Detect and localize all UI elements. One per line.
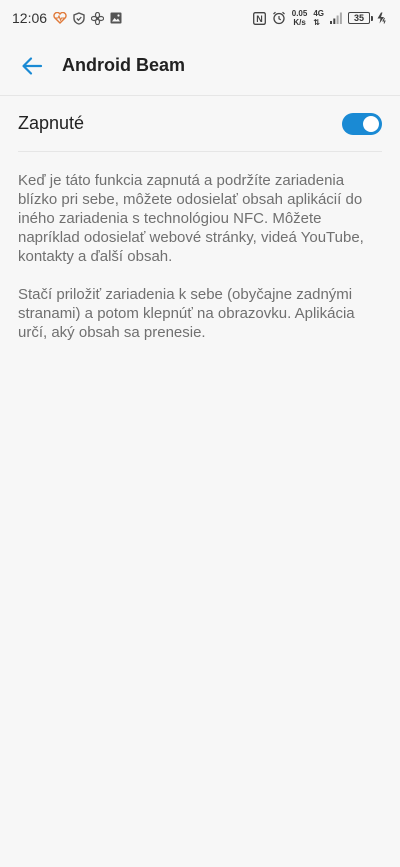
- toggle-label: Zapnuté: [18, 113, 85, 133]
- status-bar-left: 12:06: [12, 10, 122, 26]
- status-bar-right: N 0.05 K/s 4G ⇅ 35: [252, 9, 388, 27]
- description-paragraph-2: Stačí priložiť zariadenia k sebe (obyčaj…: [18, 286, 355, 341]
- network-speed-value: 0.05: [291, 9, 308, 18]
- network-speed-unit: K/s: [293, 18, 306, 27]
- nfc-label: N: [256, 14, 263, 24]
- back-button[interactable]: [12, 46, 52, 86]
- page-title: Android Beam: [62, 55, 186, 75]
- shield-icon: [73, 11, 85, 25]
- battery-icon: 35: [348, 12, 373, 24]
- alarm-icon: [272, 11, 286, 25]
- status-bar: 12:06 N 0.05 K/s 4G ⇅ 35: [0, 0, 400, 36]
- network-type: 4G ⇅: [313, 9, 324, 27]
- network-type-label: 4G: [313, 9, 324, 18]
- android-beam-toggle-row[interactable]: Zapnuté: [18, 96, 382, 152]
- network-arrows-icon: ⇅: [313, 18, 321, 27]
- network-speed: 0.05 K/s: [292, 9, 308, 27]
- status-time: 12:06: [12, 10, 48, 26]
- heart-monitor-icon: [53, 12, 67, 24]
- description: Keď je táto funkcia zapnutá a podržíte z…: [18, 171, 382, 361]
- back-arrow-icon: [22, 56, 43, 75]
- charging-icon: [376, 12, 388, 24]
- description-paragraph-1: Keď je táto funkcia zapnutá a podržíte z…: [18, 172, 364, 265]
- app-bar: Android Beam: [0, 36, 400, 96]
- android-beam-switch[interactable]: [342, 112, 382, 135]
- switch-knob: [363, 115, 379, 132]
- nfc-icon: N: [252, 11, 266, 25]
- battery-level: 35: [353, 13, 364, 23]
- signal-icon: [330, 12, 342, 24]
- fan-icon: [91, 11, 105, 25]
- image-icon: [110, 12, 122, 24]
